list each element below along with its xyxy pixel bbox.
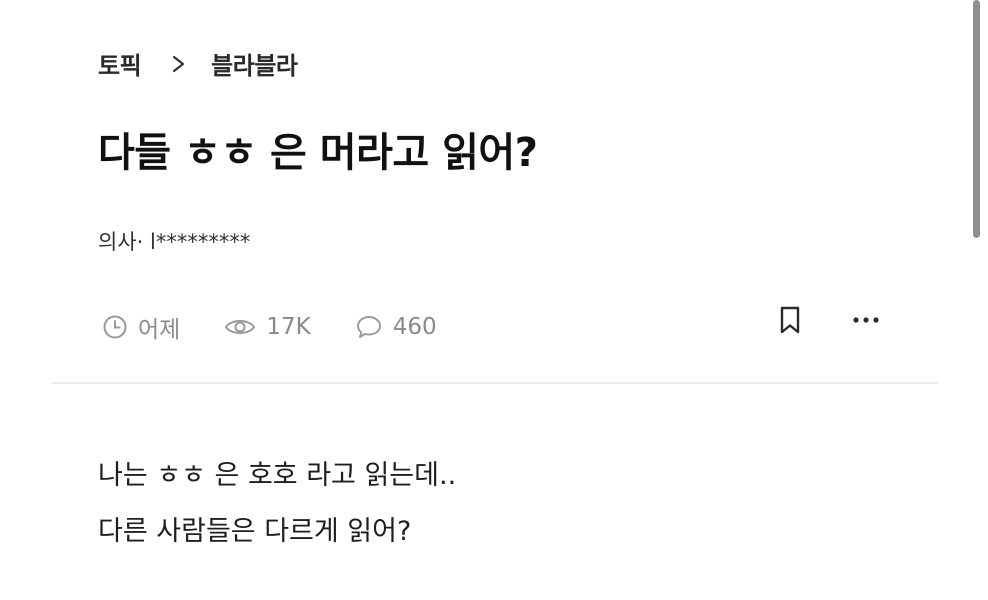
post-body-line: 다른 사람들은 다르게 읽어?	[98, 516, 412, 547]
post-title: 다들 ㅎㅎ 은 머라고 읽어?	[98, 130, 538, 176]
eye-icon	[225, 320, 256, 334]
post-body: 나는 ㅎㅎ 은 호호 라고 읽는데.. 다른 사람들은 다르게 읽어?	[98, 448, 456, 560]
more-button[interactable]	[846, 300, 886, 340]
scrollbar[interactable]	[973, 0, 980, 238]
post-views-count: 17K	[266, 314, 311, 340]
post-comments-count: 460	[392, 314, 437, 340]
post-meta: 어제 17K 460	[102, 310, 481, 344]
post-author[interactable]: 의사· l*********	[98, 226, 250, 256]
post-actions	[770, 300, 886, 340]
divider	[52, 382, 938, 384]
post-time-label: 어제	[138, 317, 181, 343]
post-time: 어제	[102, 310, 180, 344]
breadcrumb-topic[interactable]: 블라블라	[211, 46, 298, 81]
more-icon	[853, 317, 879, 323]
bookmark-button[interactable]	[770, 300, 810, 340]
post-body-line: 나는 ㅎㅎ 은 호호 라고 읽는데..	[98, 460, 457, 491]
post-comments[interactable]: 460	[355, 314, 437, 340]
breadcrumb: 토픽 블라블라	[98, 46, 298, 81]
chevron-right-icon	[173, 55, 185, 72]
clock-icon	[103, 315, 127, 339]
comment-icon	[356, 316, 381, 338]
post-views: 17K	[224, 314, 311, 340]
bookmark-icon	[780, 306, 800, 334]
breadcrumb-category[interactable]: 토픽	[98, 46, 142, 81]
post-page: 토픽 블라블라 다들 ㅎㅎ 은 머라고 읽어? 의사· l********* 어…	[0, 0, 988, 600]
